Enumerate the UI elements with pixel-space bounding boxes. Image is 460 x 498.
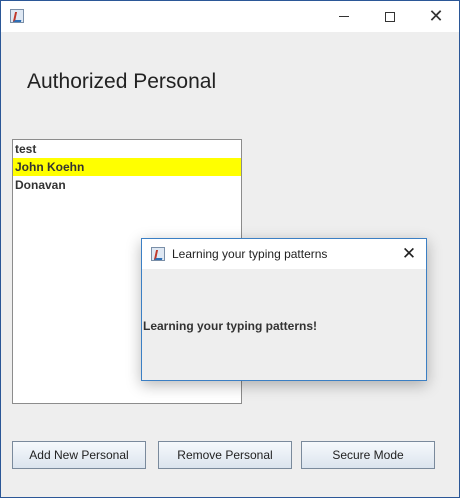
minimize-button[interactable] <box>321 1 367 32</box>
maximize-icon <box>385 11 395 22</box>
typing-dialog: Learning your typing patterns ✕ Learning… <box>141 238 427 381</box>
dialog-message: Learning your typing patterns! <box>143 319 318 333</box>
list-item[interactable]: test <box>13 140 241 158</box>
dialog-title-bar[interactable]: Learning your typing patterns ✕ <box>142 239 426 269</box>
add-personal-button[interactable]: Add New Personal <box>12 441 146 469</box>
secure-mode-button[interactable]: Secure Mode <box>301 441 435 469</box>
dialog-close-button[interactable]: ✕ <box>392 239 426 269</box>
dialog-title: Learning your typing patterns <box>172 247 328 261</box>
close-icon: ✕ <box>401 244 417 264</box>
title-bar[interactable]: ✕ <box>1 1 459 32</box>
close-button[interactable]: ✕ <box>413 1 459 32</box>
list-item[interactable]: Donavan <box>13 176 241 194</box>
minimize-icon <box>339 16 349 17</box>
java-app-icon <box>10 9 24 23</box>
list-item-selected[interactable]: John Koehn <box>13 158 241 176</box>
remove-personal-button[interactable]: Remove Personal <box>158 441 292 469</box>
close-icon: ✕ <box>428 5 444 27</box>
java-app-icon <box>151 247 165 261</box>
page-title: Authorized Personal <box>27 70 217 93</box>
maximize-button[interactable] <box>367 1 413 32</box>
